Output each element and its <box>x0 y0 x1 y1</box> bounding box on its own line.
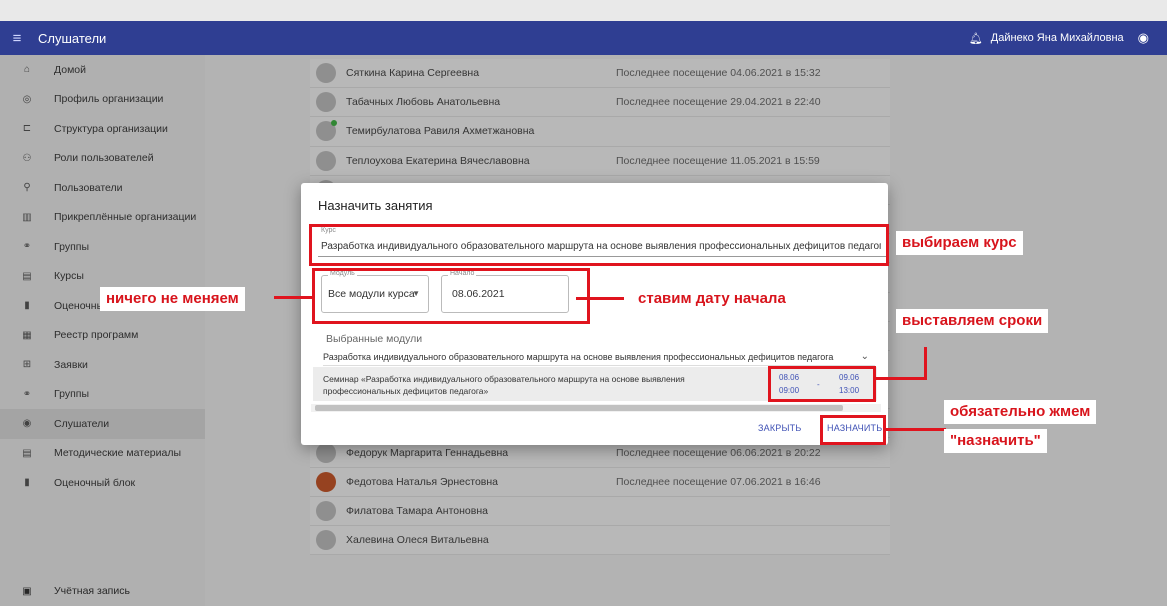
annotation-assign-line1: обязательно жмем <box>944 400 1097 424</box>
annotation-dates: выставляем сроки <box>896 309 1049 333</box>
menu-icon[interactable]: ≡ <box>0 30 34 47</box>
horizontal-scrollbar[interactable] <box>311 404 881 412</box>
assign-highlight-box <box>820 415 886 445</box>
user-name[interactable]: Дайнеко Яна Михайловна <box>991 32 1124 44</box>
module-start-highlight-box <box>312 268 590 324</box>
course-highlight-box <box>309 224 889 266</box>
annotation-course: выбираем курс <box>896 231 1023 255</box>
annotation-module: ничего не меняем <box>100 287 245 311</box>
chevron-down-icon[interactable]: ⌄ <box>861 351 869 362</box>
selected-course-name: Разработка индивидуального образовательн… <box>323 351 834 362</box>
module-annotation-line <box>274 296 314 299</box>
start-annotation-line <box>576 297 624 300</box>
dates-highlight-box <box>768 366 876 402</box>
user-area: 🔔︎ Дайнеко Яна Михайловна ◉ <box>969 30 1149 46</box>
dates-annotation-line-v <box>924 347 927 380</box>
annotation-start: ставим дату начала <box>632 287 792 311</box>
top-bar: ≡ Слушатели 🔔︎ Дайнеко Яна Михайловна ◉ <box>0 21 1167 55</box>
selected-course-row[interactable]: Разработка индивидуального образовательн… <box>323 348 875 366</box>
annotation-assign-line2: "назначить" <box>944 429 1047 453</box>
bell-icon[interactable]: 🔔︎ <box>969 32 983 45</box>
seminar-text: Семинар «Разработка индивидуального обра… <box>323 374 685 396</box>
dates-annotation-line-h <box>876 377 926 380</box>
scrollbar-thumb[interactable] <box>315 405 843 411</box>
dialog-title: Назначить занятия <box>318 198 433 213</box>
close-button[interactable]: ЗАКРЫТЬ <box>758 423 801 433</box>
selected-modules-title: Выбранные модули <box>326 333 423 345</box>
page-title: Слушатели <box>38 30 107 46</box>
assign-annotation-line <box>886 428 946 431</box>
account-icon[interactable]: ◉ <box>1138 30 1149 46</box>
